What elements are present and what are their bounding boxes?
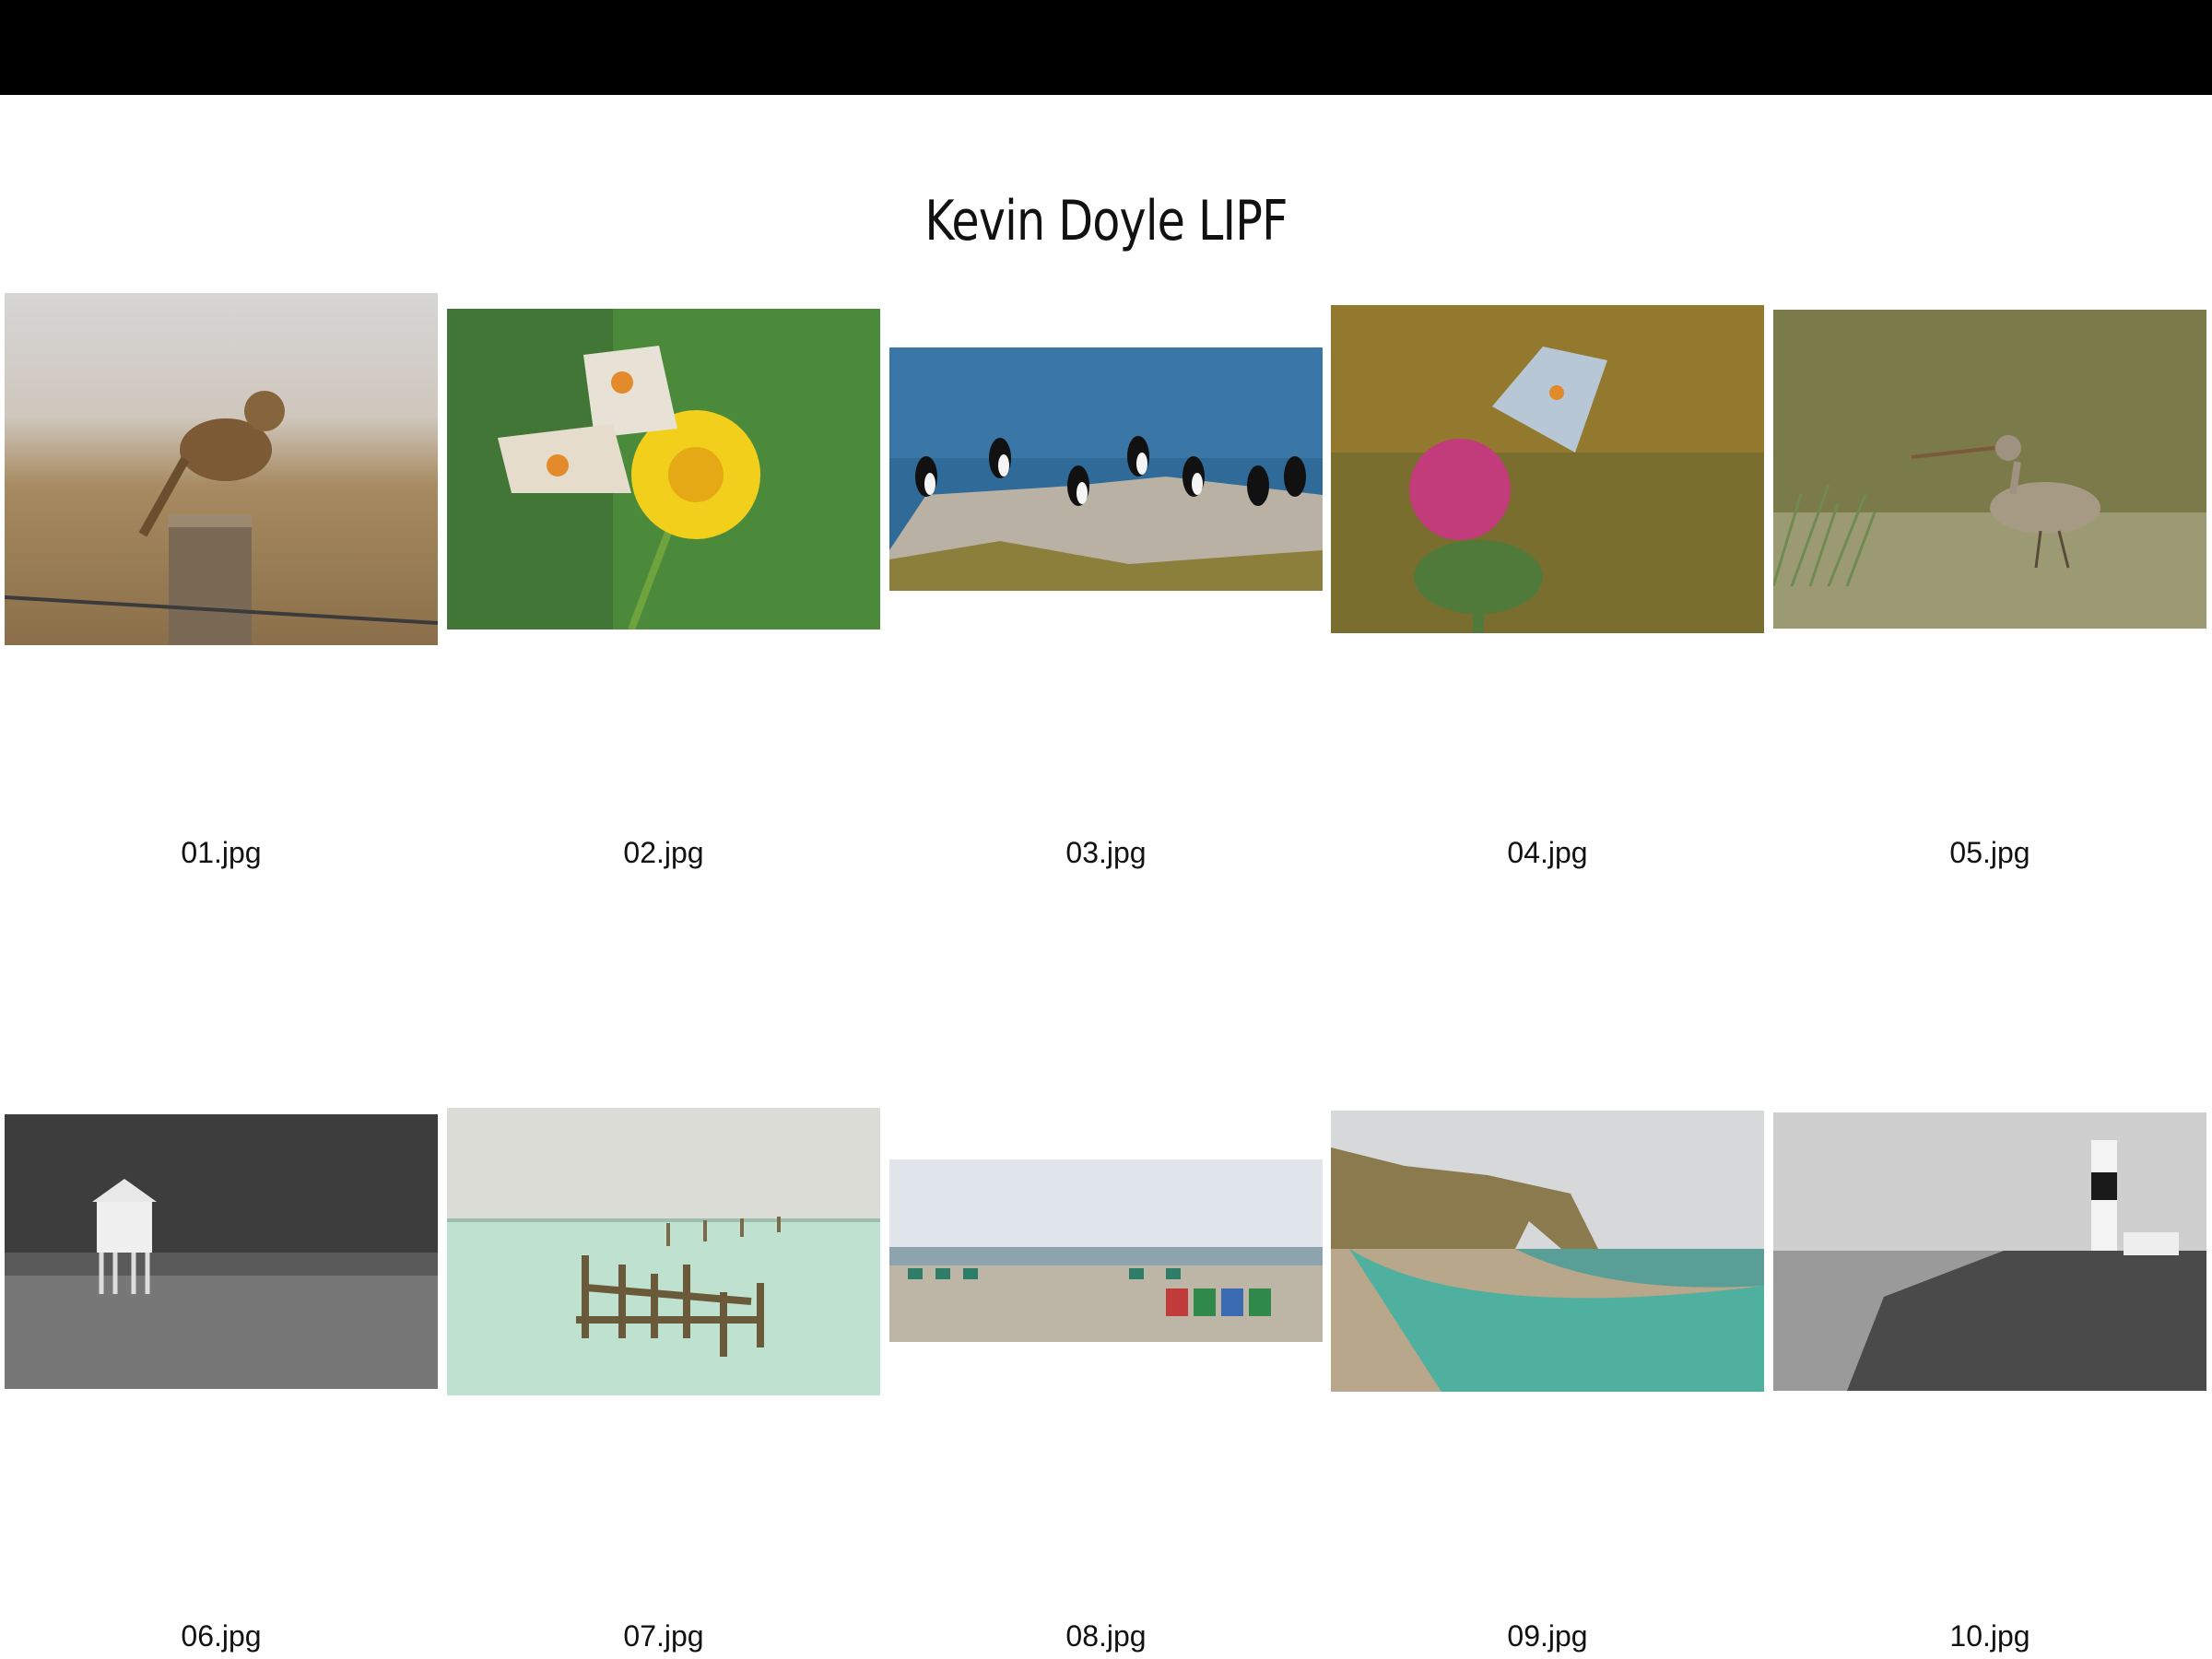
top-bar: [0, 0, 2212, 95]
filename-label-02: 02.jpg: [623, 836, 704, 869]
filename-label-04: 04.jpg: [1507, 836, 1588, 869]
page-title: Kevin Doyle LIPF: [924, 189, 1288, 253]
filename-label-06: 06.jpg: [181, 1619, 262, 1653]
thumbnail-06[interactable]: [5, 1114, 438, 1389]
thumbnail-02[interactable]: [447, 309, 880, 629]
thumbnail-01[interactable]: [5, 293, 438, 645]
thumbnail-09[interactable]: [1331, 1111, 1764, 1392]
filename-label-03: 03.jpg: [1065, 836, 1147, 869]
filename-label-10: 10.jpg: [1949, 1619, 2030, 1653]
thumbnail-10[interactable]: [1773, 1112, 2206, 1391]
thumbnail-08[interactable]: [889, 1159, 1323, 1342]
thumbnail-03[interactable]: [889, 347, 1323, 591]
filename-label-09: 09.jpg: [1507, 1619, 1588, 1653]
filename-label-07: 07.jpg: [623, 1619, 704, 1653]
thumbnail-05[interactable]: [1773, 310, 2206, 629]
thumbnail-04[interactable]: [1331, 305, 1764, 633]
thumbnail-07[interactable]: [447, 1108, 880, 1395]
filename-label-08: 08.jpg: [1065, 1619, 1147, 1653]
filename-label-05: 05.jpg: [1949, 836, 2030, 869]
filename-label-01: 01.jpg: [181, 836, 262, 869]
